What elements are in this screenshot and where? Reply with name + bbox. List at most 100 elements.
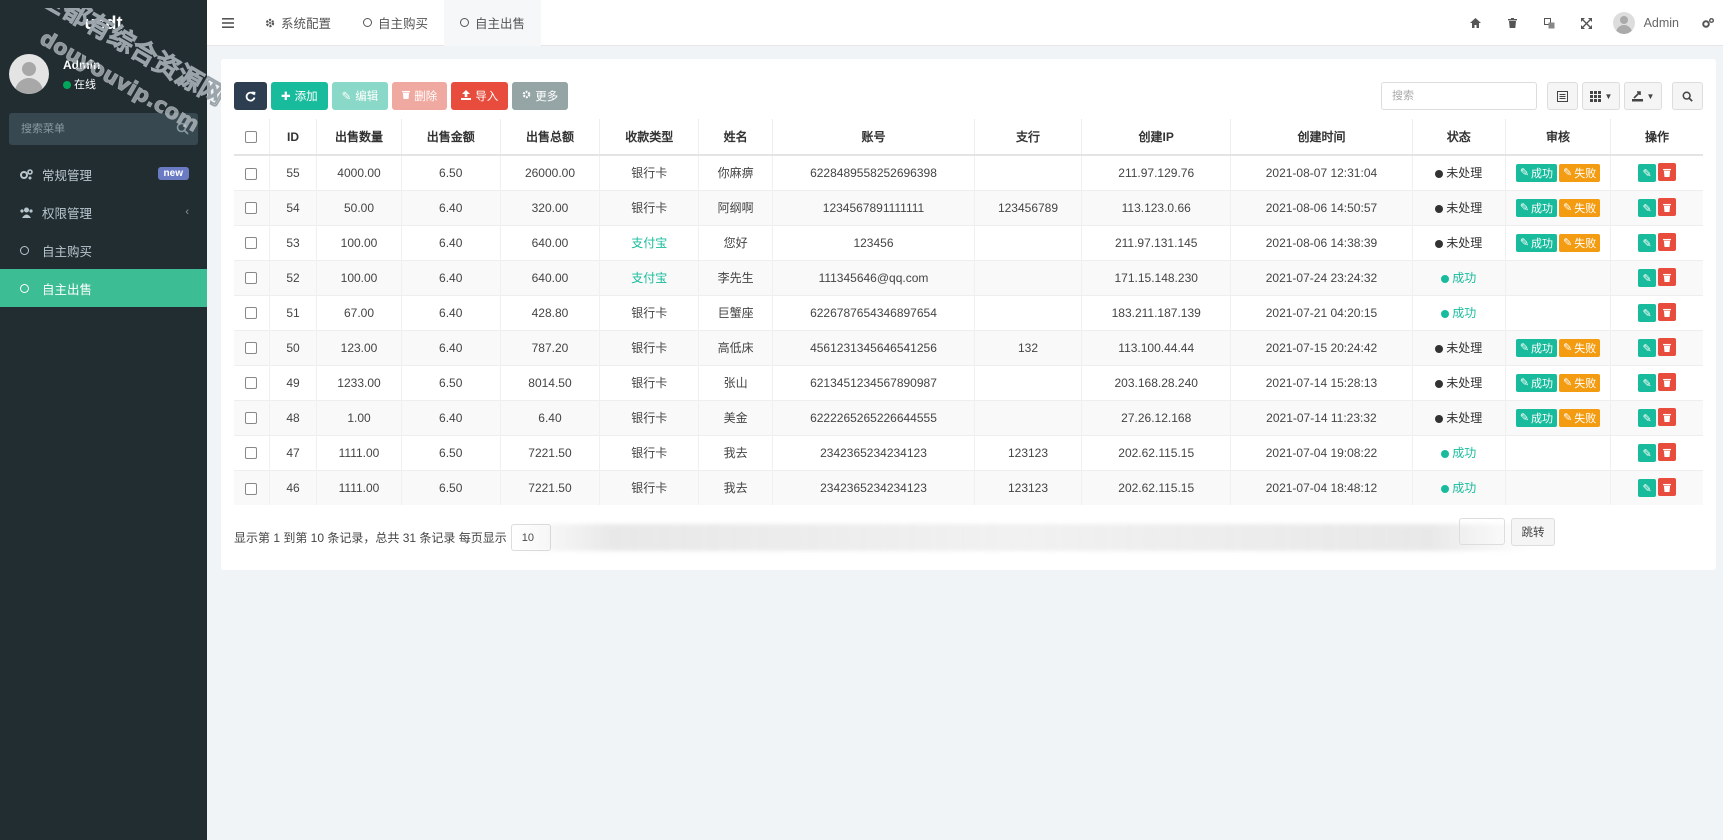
- row-delete-button[interactable]: [1658, 408, 1677, 426]
- row-checkbox[interactable]: [234, 154, 270, 190]
- row-edit-button[interactable]: ✎: [1638, 339, 1657, 357]
- columns-button[interactable]: ▼: [1582, 82, 1620, 110]
- col-header[interactable]: 状态: [1412, 119, 1506, 156]
- approve-button[interactable]: ✎ 成功: [1515, 408, 1558, 427]
- edit-button[interactable]: ✎ 编辑: [331, 82, 389, 110]
- add-button[interactable]: ✚ 添加: [271, 82, 328, 110]
- row-delete-button[interactable]: [1658, 443, 1677, 461]
- row-checkbox[interactable]: [234, 399, 270, 435]
- reject-button[interactable]: ✎ 失败: [1559, 408, 1601, 427]
- approve-button[interactable]: ✎ 成功: [1515, 373, 1558, 392]
- row-delete-button[interactable]: [1658, 233, 1677, 251]
- sidebar-item-general[interactable]: 常规管理 new: [0, 155, 207, 193]
- row-delete-button[interactable]: [1658, 268, 1677, 286]
- export-button[interactable]: ▼: [1624, 82, 1662, 110]
- table-row[interactable]: 46 1111.00 6.50 7221.50 银行卡 我去 234236523423412…: [234, 469, 1703, 505]
- import-button[interactable]: 导入: [451, 82, 509, 110]
- row-delete-button[interactable]: [1658, 163, 1677, 182]
- refresh-button[interactable]: [234, 82, 267, 110]
- col-header[interactable]: 创建时间: [1230, 119, 1413, 156]
- row-edit-button[interactable]: ✎: [1638, 199, 1657, 217]
- col-header[interactable]: ID: [269, 119, 318, 156]
- row-delete-button[interactable]: [1658, 478, 1677, 497]
- approve-button[interactable]: ✎ 成功: [1515, 163, 1558, 182]
- tab-system-config[interactable]: 系统配置: [249, 0, 347, 46]
- row-checkbox[interactable]: [234, 329, 270, 365]
- table-row[interactable]: 51 67.00 6.40 428.80 银行卡 巨蟹座 62267876543468976…: [234, 294, 1703, 330]
- row-checkbox[interactable]: [234, 259, 270, 295]
- brand-logo[interactable]: usdt: [0, 0, 207, 46]
- sidebar-search-input[interactable]: [9, 123, 159, 135]
- row-edit-button[interactable]: ✎: [1638, 444, 1657, 462]
- reject-button[interactable]: ✎ 失败: [1559, 233, 1601, 252]
- row-edit-button[interactable]: ✎: [1638, 269, 1657, 287]
- language-icon[interactable]: [1531, 17, 1568, 29]
- table-row[interactable]: 55 4000.00 6.50 26000.00 银行卡 你麻痹 6228489558252…: [234, 154, 1703, 190]
- col-header[interactable]: 出售金额: [401, 119, 501, 156]
- top-user-menu[interactable]: Admin: [1612, 12, 1679, 34]
- sidebar-item-self-buy[interactable]: 自主购买: [0, 231, 207, 269]
- cell-ip: 203.168.28.240: [1081, 364, 1232, 400]
- sidebar-item-permissions[interactable]: 权限管理 ‹: [0, 193, 207, 231]
- table-row[interactable]: 47 1111.00 6.50 7221.50 银行卡 我去 234236523423412…: [234, 434, 1703, 470]
- jump-page-input[interactable]: [1459, 518, 1505, 545]
- row-edit-button[interactable]: ✎: [1638, 304, 1657, 322]
- table-row[interactable]: 50 123.00 6.40 787.20 银行卡 高低床 4561231345646541…: [234, 329, 1703, 365]
- row-delete-button[interactable]: [1658, 198, 1677, 216]
- row-checkbox[interactable]: [234, 294, 270, 330]
- reject-button[interactable]: ✎ 失败: [1559, 198, 1601, 217]
- table-search-input[interactable]: [1381, 82, 1537, 110]
- table-row[interactable]: 53 100.00 6.40 640.00 支付宝 您好 123456 211.97.131.…: [234, 224, 1703, 260]
- row-edit-button[interactable]: ✎: [1638, 409, 1657, 427]
- col-header[interactable]: 姓名: [698, 119, 774, 156]
- search-icon[interactable]: [176, 122, 189, 135]
- table-row[interactable]: 48 1.00 6.40 6.40 银行卡 美金 6222265265226644555 27…: [234, 399, 1703, 435]
- row-edit-button[interactable]: ✎: [1638, 374, 1657, 392]
- add-label: 添加: [294, 91, 318, 103]
- advanced-search-button[interactable]: [1672, 82, 1703, 110]
- row-checkbox[interactable]: [234, 469, 270, 505]
- row-checkbox[interactable]: [234, 364, 270, 400]
- reject-button[interactable]: ✎ 失败: [1559, 163, 1601, 182]
- row-checkbox[interactable]: [234, 224, 270, 260]
- more-button[interactable]: 更多: [512, 82, 569, 110]
- col-header[interactable]: 支行: [974, 119, 1083, 156]
- col-header[interactable]: 收款类型: [599, 119, 700, 156]
- approve-label: 成功: [1531, 377, 1554, 390]
- reject-button[interactable]: ✎ 失败: [1559, 373, 1601, 392]
- tab-self-sell[interactable]: 自主出售: [444, 0, 542, 46]
- row-checkbox[interactable]: [234, 434, 270, 470]
- col-header[interactable]: 账号: [772, 119, 975, 156]
- approve-button[interactable]: ✎ 成功: [1515, 198, 1558, 217]
- sidebar-item-self-sell[interactable]: 自主出售: [0, 269, 207, 307]
- row-delete-button[interactable]: [1658, 338, 1677, 356]
- fullscreen-icon[interactable]: [1568, 17, 1605, 29]
- approve-button[interactable]: ✎ 成功: [1515, 233, 1558, 252]
- menu-toggle-icon[interactable]: [207, 17, 249, 28]
- home-icon[interactable]: [1457, 18, 1494, 28]
- tab-self-buy[interactable]: 自主购买: [347, 0, 444, 46]
- reject-label: 失败: [1574, 202, 1597, 215]
- cell-ip: 202.62.115.15: [1081, 434, 1232, 470]
- delete-button[interactable]: 删除: [392, 82, 448, 110]
- trash-icon[interactable]: [1494, 18, 1531, 28]
- row-delete-button[interactable]: [1658, 373, 1677, 391]
- table-row[interactable]: 54 50.00 6.40 320.00 银行卡 阿纲啊 1234567891111111 1…: [234, 189, 1703, 225]
- col-header[interactable]: 出售数量: [316, 119, 402, 156]
- row-delete-button[interactable]: [1658, 303, 1677, 321]
- select-all-checkbox[interactable]: [234, 119, 270, 156]
- row-checkbox[interactable]: [234, 189, 270, 225]
- table-row[interactable]: 52 100.00 6.40 640.00 支付宝 李先生 111345646@qq.com…: [234, 259, 1703, 295]
- row-edit-button[interactable]: ✎: [1638, 164, 1657, 183]
- jump-button[interactable]: 跳转: [1511, 518, 1555, 546]
- toggle-view-button[interactable]: [1547, 82, 1578, 110]
- table-row[interactable]: 49 1233.00 6.50 8014.50 银行卡 张山 621345123456789…: [234, 364, 1703, 400]
- reject-button[interactable]: ✎ 失败: [1559, 338, 1601, 357]
- row-edit-button[interactable]: ✎: [1638, 479, 1657, 498]
- row-edit-button[interactable]: ✎: [1638, 234, 1657, 252]
- settings-icon[interactable]: [1693, 17, 1723, 29]
- cell-price: 6.40: [401, 224, 501, 260]
- col-header[interactable]: 创建IP: [1081, 119, 1232, 156]
- col-header[interactable]: 出售总额: [500, 119, 601, 156]
- approve-button[interactable]: ✎ 成功: [1515, 338, 1558, 357]
